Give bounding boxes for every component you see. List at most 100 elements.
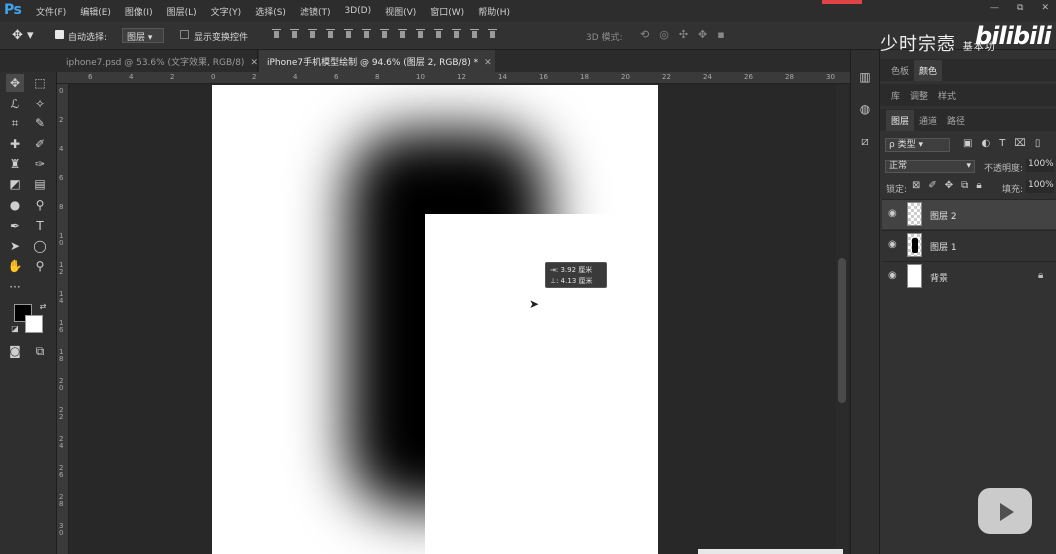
layer-filter-kind-dropdown[interactable]: ρ 类型 ▾ (885, 138, 950, 152)
3d-slide-icon[interactable]: ✥ (698, 28, 707, 41)
dodge-icon[interactable]: ⚲ (31, 196, 49, 214)
screen-mode-icon[interactable]: ⧉ (31, 342, 49, 360)
menu-layer[interactable]: 图层(L) (167, 5, 197, 18)
zoom-icon[interactable]: ⚲ (31, 257, 49, 275)
tab-adjustments[interactable]: 调整 (905, 85, 933, 106)
gradient-icon[interactable]: ▤ (31, 175, 49, 193)
magic-wand-icon[interactable]: ✧ (31, 95, 49, 113)
menu-filter[interactable]: 滤镜(T) (300, 5, 331, 18)
align-left-icon[interactable] (326, 28, 335, 40)
menu-image[interactable]: 图像(I) (125, 5, 153, 18)
properties-panel-icon[interactable]: ⧄ (857, 134, 873, 150)
document-tab-model[interactable]: iPhone7手机模型绘制 @ 94.6% (图层 2, RGB/8) * ✕ (259, 50, 495, 72)
filter-smart-icon[interactable]: ▯ (1035, 138, 1041, 149)
align-right-icon[interactable] (362, 28, 371, 40)
menu-file[interactable]: 文件(F) (36, 5, 66, 18)
auto-select-target-dropdown[interactable]: 图层 ▾ (122, 28, 164, 43)
healing-brush-icon[interactable]: ✚ (6, 135, 24, 153)
document-canvas[interactable] (212, 85, 658, 554)
white-rectangle-layer[interactable] (425, 214, 658, 554)
default-colors-icon[interactable]: ◪ (6, 320, 24, 338)
distribute-hcenter-icon[interactable] (452, 28, 461, 40)
align-bottom-icon[interactable] (308, 28, 317, 40)
align-vcenter-icon[interactable] (290, 28, 299, 40)
menu-type[interactable]: 文字(Y) (211, 5, 242, 18)
menu-select[interactable]: 选择(S) (255, 5, 286, 18)
align-top-icon[interactable] (272, 28, 281, 40)
distribute-right-icon[interactable] (470, 28, 479, 40)
eraser-icon[interactable]: ◩ (6, 175, 24, 193)
eyedropper-icon[interactable]: ✎ (31, 114, 49, 132)
3d-pan-icon[interactable]: ✣ (679, 28, 688, 41)
adjustments-panel-icon[interactable]: ◍ (857, 102, 873, 118)
path-select-icon[interactable]: ➤ (6, 237, 24, 255)
3d-roll-icon[interactable]: ◎ (659, 28, 669, 41)
minimize-icon[interactable]: — (990, 3, 999, 13)
blend-mode-dropdown[interactable]: 正常 ▾ (885, 160, 975, 173)
tab-paths[interactable]: 路径 (942, 110, 970, 131)
tab-styles[interactable]: 样式 (933, 85, 961, 106)
menu-edit[interactable]: 编辑(E) (80, 5, 111, 18)
menu-window[interactable]: 窗口(W) (430, 5, 464, 18)
lock-artboard-icon[interactable]: ⧉ (961, 180, 968, 191)
ellipse-icon[interactable]: ◯ (31, 237, 49, 255)
quick-mask-icon[interactable]: ◙ (6, 342, 24, 360)
history-brush-icon[interactable]: ✑ (31, 155, 49, 173)
auto-select-checkbox[interactable] (55, 30, 64, 39)
lock-pixels-icon[interactable]: ✐ (928, 180, 936, 191)
brush-icon[interactable]: ✐ (31, 135, 49, 153)
distribute-top-icon[interactable] (380, 28, 389, 40)
filter-type-icon[interactable]: T (999, 138, 1005, 149)
close-icon[interactable]: ✕ (1041, 3, 1049, 13)
eye-icon[interactable]: ◉ (888, 208, 900, 220)
show-transform-checkbox[interactable] (180, 30, 189, 39)
lock-all-icon[interactable]: 🔒︎ (976, 180, 981, 191)
lasso-icon[interactable]: ℒ (6, 95, 24, 113)
3d-scale-icon[interactable]: ▪ (717, 28, 724, 41)
tab-color[interactable]: 颜色 (914, 59, 943, 81)
tab-swatches[interactable]: 色板 (886, 60, 914, 81)
close-icon[interactable]: ✕ (484, 58, 492, 68)
distribute-left-icon[interactable] (434, 28, 443, 40)
close-icon[interactable]: ✕ (250, 58, 258, 68)
pen-icon[interactable]: ✒ (6, 217, 24, 235)
menu-3d[interactable]: 3D(D) (344, 6, 371, 16)
tab-libraries[interactable]: 库 (886, 85, 905, 106)
bilibili-logo: bilibili (975, 22, 1052, 50)
move-icon[interactable]: ✥ (6, 74, 24, 92)
filter-adjustment-icon[interactable]: ◐ (981, 138, 990, 149)
tab-channels[interactable]: 通道 (914, 110, 942, 131)
crop-icon[interactable]: ⌗ (6, 114, 24, 132)
swap-colors-icon[interactable]: ⇄ (34, 298, 52, 316)
window-close-highlight[interactable] (822, 0, 862, 4)
3d-rotate-icon[interactable]: ⟲ (640, 28, 649, 41)
vertical-scroll-thumb[interactable] (838, 258, 846, 403)
lock-position-icon[interactable]: ✥ (945, 180, 953, 191)
lock-transparency-icon[interactable]: ⊠ (912, 180, 920, 191)
filter-pixel-icon[interactable]: ▣ (963, 138, 972, 149)
eye-icon[interactable]: ◉ (888, 239, 900, 251)
opacity-input[interactable]: 100% (1026, 159, 1054, 172)
align-hcenter-icon[interactable] (344, 28, 353, 40)
marquee-icon[interactable]: ⬚ (31, 74, 49, 92)
restore-icon[interactable]: ⧉ (1017, 3, 1023, 13)
horizontal-scroll-thumb[interactable] (698, 549, 843, 554)
tab-layers[interactable]: 图层 (886, 109, 915, 131)
more-tools-icon[interactable]: ··· (6, 278, 24, 296)
document-tab-iphone7[interactable]: iphone7.psd @ 53.6% (文字效果, RGB/8) ✕ (58, 50, 258, 72)
fill-input[interactable]: 100% (1026, 180, 1054, 193)
background-color-swatch[interactable] (25, 315, 43, 333)
menu-help[interactable]: 帮助(H) (478, 5, 510, 18)
eye-icon[interactable]: ◉ (888, 270, 900, 282)
filter-shape-icon[interactable]: ⌧ (1014, 138, 1026, 149)
history-panel-icon[interactable]: ▥ (857, 70, 873, 86)
distribute-bottom-icon[interactable] (416, 28, 425, 40)
blur-icon[interactable]: ● (6, 196, 24, 214)
distribute-vcenter-icon[interactable] (398, 28, 407, 40)
menu-view[interactable]: 视图(V) (385, 5, 416, 18)
hand-icon[interactable]: ✋ (6, 257, 24, 275)
type-icon[interactable]: T (31, 217, 49, 235)
clone-stamp-icon[interactable]: ♜ (6, 155, 24, 173)
auto-align-icon[interactable] (488, 28, 497, 40)
move-tool-icon[interactable]: ✥ ▾ (12, 28, 34, 43)
